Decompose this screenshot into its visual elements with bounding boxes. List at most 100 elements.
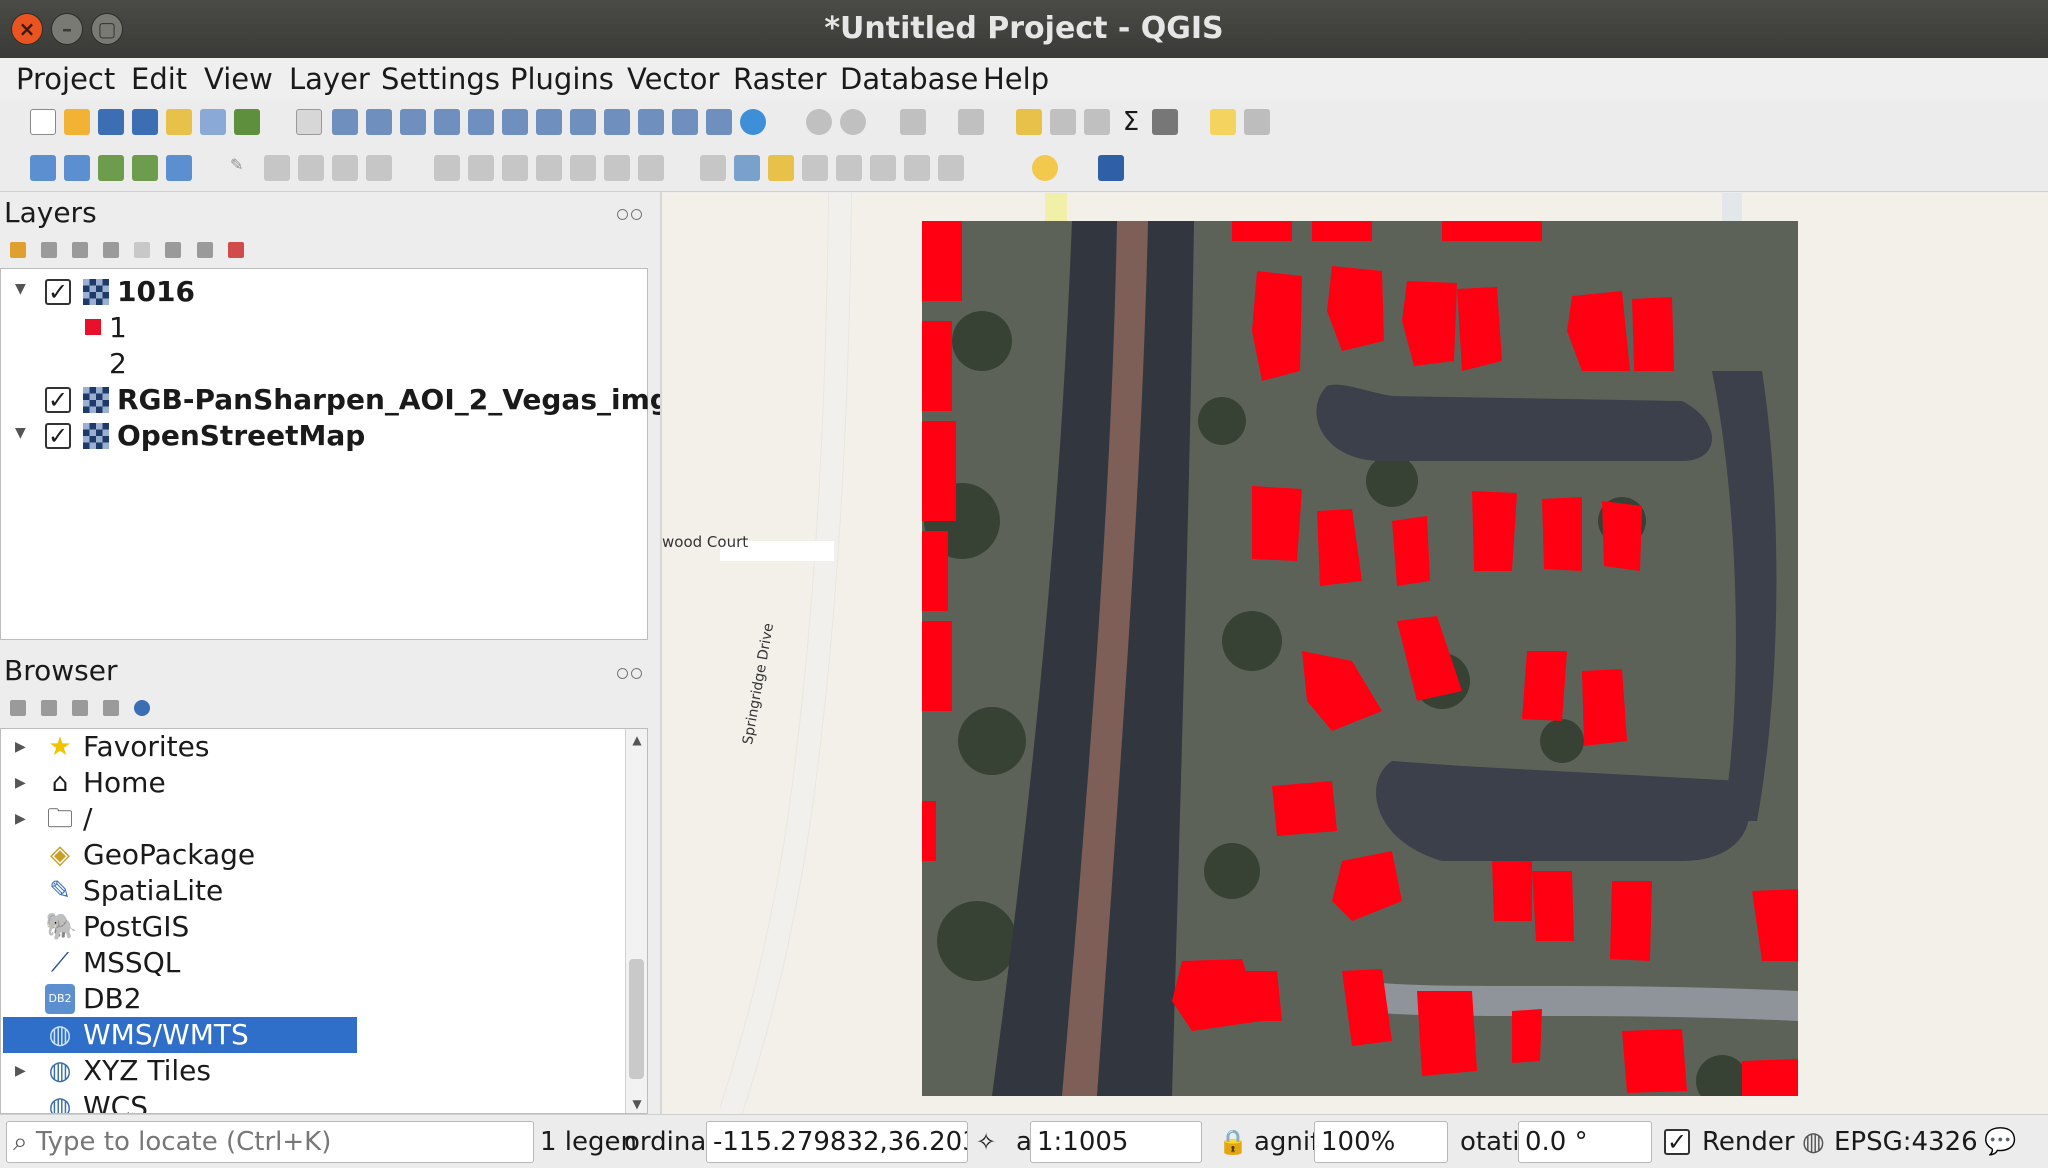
locator-search-input[interactable]: ⌕ Type to locate (Ctrl+K) bbox=[6, 1121, 534, 1163]
new-project-icon[interactable] bbox=[30, 109, 56, 135]
zoom-to-selection-icon[interactable] bbox=[502, 109, 528, 135]
scale-combobox[interactable]: 1:1005 bbox=[1030, 1121, 1202, 1163]
pan-map-icon[interactable] bbox=[296, 109, 322, 135]
show-hide-labels-icon[interactable] bbox=[836, 155, 862, 181]
highlight-pinned-labels-icon[interactable] bbox=[768, 155, 794, 181]
scroll-down-arrow-icon[interactable]: ▼ bbox=[626, 1097, 647, 1111]
add-delimited-text-icon[interactable] bbox=[132, 155, 158, 181]
run-action-icon[interactable] bbox=[840, 109, 866, 135]
sum-statistics-icon[interactable]: Σ bbox=[1118, 109, 1144, 135]
select-features-icon[interactable] bbox=[900, 109, 926, 135]
rotation-spinbox[interactable]: 0.0 ° bbox=[1518, 1121, 1652, 1163]
change-label-icon[interactable] bbox=[938, 155, 964, 181]
new-map-view-icon[interactable] bbox=[672, 109, 698, 135]
text-annotation-icon[interactable] bbox=[1244, 109, 1270, 135]
plugin-icon[interactable] bbox=[1098, 155, 1124, 181]
map-canvas[interactable]: wood Court Springridge Drive bbox=[662, 193, 2048, 1114]
browser-item-geopackage[interactable]: ◈ GeoPackage bbox=[1, 837, 631, 873]
messages-icon[interactable]: 💬 bbox=[1984, 1121, 2016, 1163]
crs-button[interactable]: EPSG:4326 bbox=[1834, 1121, 1978, 1163]
new-print-layout-icon[interactable] bbox=[166, 109, 192, 135]
new-bookmark-icon[interactable] bbox=[706, 109, 732, 135]
menu-plugins[interactable]: Plugins bbox=[510, 62, 614, 96]
statistics-icon[interactable] bbox=[1084, 109, 1110, 135]
menu-settings[interactable]: Settings bbox=[381, 62, 500, 96]
browser-item-favorites[interactable]: ▶ ★ Favorites bbox=[1, 729, 631, 765]
browser-item-wcs[interactable]: ◍ WCS bbox=[1, 1089, 631, 1113]
zoom-last-icon[interactable] bbox=[604, 109, 630, 135]
toggle-editing-icon[interactable] bbox=[264, 155, 290, 181]
refresh-browser-icon[interactable] bbox=[41, 700, 58, 716]
browser-item-db2[interactable]: DB2 DB2 bbox=[1, 981, 631, 1017]
menu-database[interactable]: Database bbox=[840, 62, 978, 96]
layout-manager-icon[interactable] bbox=[200, 109, 226, 135]
scroll-up-arrow-icon[interactable]: ▲ bbox=[626, 733, 647, 747]
cut-features-icon[interactable] bbox=[502, 155, 528, 181]
menu-view[interactable]: View bbox=[204, 62, 273, 96]
collapse-browser-icon[interactable] bbox=[103, 700, 120, 716]
python-console-icon[interactable] bbox=[1032, 155, 1058, 181]
properties-info-icon[interactable] bbox=[134, 700, 151, 716]
expand-arrow-icon[interactable]: ▶ bbox=[15, 775, 26, 791]
expand-arrow-icon[interactable]: ▶ bbox=[15, 811, 26, 827]
toggle-extents-icon[interactable]: ✧ bbox=[976, 1121, 996, 1163]
browser-item-spatialite[interactable]: ✎ SpatiaLite bbox=[1, 873, 631, 909]
modify-attributes-icon[interactable] bbox=[434, 155, 460, 181]
add-selected-layers-icon[interactable] bbox=[10, 700, 26, 716]
coordinate-field[interactable]: -115.279832,36.203760 bbox=[706, 1121, 968, 1163]
save-edits-icon[interactable] bbox=[298, 155, 324, 181]
measure-icon[interactable] bbox=[1152, 109, 1178, 135]
collapse-arrow-icon[interactable]: ▼ bbox=[15, 425, 26, 441]
browser-item-wms-wmts[interactable]: ◍ WMS/WMTS bbox=[1, 1017, 631, 1053]
menu-vector[interactable]: Vector bbox=[627, 62, 719, 96]
menu-project[interactable]: Project bbox=[16, 62, 115, 96]
collapse-arrow-icon[interactable]: ▼ bbox=[15, 281, 26, 297]
layer-visibility-checkbox[interactable]: ✓ bbox=[45, 423, 71, 449]
zoom-out-icon[interactable] bbox=[400, 109, 426, 135]
zoom-next-icon[interactable] bbox=[638, 109, 664, 135]
menu-edit[interactable]: Edit bbox=[131, 62, 187, 96]
rotate-label-icon[interactable] bbox=[904, 155, 930, 181]
map-tips-icon[interactable] bbox=[1210, 109, 1236, 135]
layer-row-1016[interactable]: ▼ ✓ 1016 bbox=[1, 275, 641, 309]
delete-selected-icon[interactable] bbox=[468, 155, 494, 181]
refresh-icon[interactable] bbox=[740, 109, 766, 135]
zoom-native-icon[interactable] bbox=[570, 109, 596, 135]
copy-features-icon[interactable] bbox=[536, 155, 562, 181]
move-label-icon[interactable] bbox=[870, 155, 896, 181]
identify-icon[interactable] bbox=[806, 109, 832, 135]
menu-layer[interactable]: Layer bbox=[289, 62, 370, 96]
add-feature-icon[interactable] bbox=[332, 155, 358, 181]
expand-arrow-icon[interactable]: ▶ bbox=[15, 739, 26, 755]
save-as-icon[interactable] bbox=[132, 109, 158, 135]
vertex-tool-icon[interactable] bbox=[366, 155, 392, 181]
add-vector-layer-icon[interactable] bbox=[98, 155, 124, 181]
zoom-in-icon[interactable] bbox=[366, 109, 392, 135]
add-group-icon[interactable] bbox=[41, 242, 58, 258]
paste-features-icon[interactable] bbox=[570, 155, 596, 181]
zoom-rubberband-icon[interactable] bbox=[434, 109, 460, 135]
save-project-icon[interactable] bbox=[98, 109, 124, 135]
pan-to-selection-icon[interactable] bbox=[332, 109, 358, 135]
deselect-icon[interactable] bbox=[958, 109, 984, 135]
filter-legend-icon[interactable] bbox=[103, 242, 120, 258]
pin-labels-icon[interactable] bbox=[802, 155, 828, 181]
crs-globe-icon[interactable]: ◍ bbox=[1802, 1121, 1825, 1163]
open-layer-styling-icon[interactable] bbox=[10, 242, 26, 258]
browser-dock-controls[interactable] bbox=[617, 664, 645, 679]
filter-by-expression-icon[interactable] bbox=[134, 242, 151, 258]
scrollbar-thumb[interactable] bbox=[629, 959, 644, 1079]
redo-icon[interactable] bbox=[638, 155, 664, 181]
remove-layer-icon[interactable] bbox=[227, 242, 244, 258]
style-manager-icon[interactable] bbox=[234, 109, 260, 135]
layer-visibility-checkbox[interactable]: ✓ bbox=[45, 387, 71, 413]
open-attribute-table-icon[interactable] bbox=[1016, 109, 1042, 135]
layer-row-openstreetmap[interactable]: ▼ ✓ OpenStreetMap bbox=[1, 419, 641, 453]
collapse-all-icon[interactable] bbox=[196, 242, 213, 258]
lock-scale-icon[interactable]: 🔒 bbox=[1218, 1121, 1248, 1163]
field-calculator-icon[interactable] bbox=[1050, 109, 1076, 135]
layer-labeling-icon[interactable] bbox=[734, 155, 760, 181]
new-geopackage-layer-icon[interactable] bbox=[64, 155, 90, 181]
open-project-icon[interactable] bbox=[64, 109, 90, 135]
menu-help[interactable]: Help bbox=[983, 62, 1049, 96]
